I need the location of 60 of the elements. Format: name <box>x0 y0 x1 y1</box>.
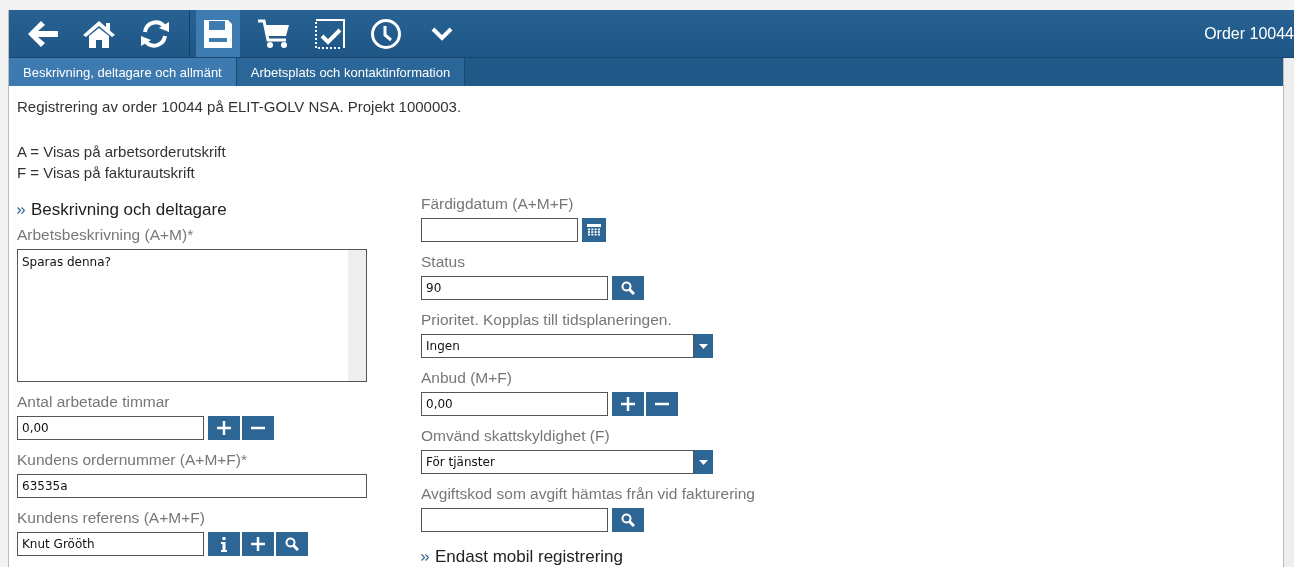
minus-icon <box>655 402 669 406</box>
order-title: Order 10044 <box>1204 24 1294 43</box>
field-label: Kundens referens (A+M+F) <box>17 509 206 528</box>
refresh-icon <box>139 17 171 50</box>
caret-icon <box>699 343 708 349</box>
field-label: Arbetsbeskrivning (A+M)* <box>17 226 195 245</box>
input-field[interactable]: 90 <box>421 276 608 300</box>
input-field[interactable]: 0,00 <box>17 416 204 440</box>
double-chevron-icon <box>421 553 429 561</box>
search-button[interactable] <box>276 532 308 556</box>
field-label: Status <box>421 253 466 272</box>
field-label: Prioritet. Kopplas till tidsplaneringen. <box>421 311 673 330</box>
scrollbar[interactable] <box>348 250 366 381</box>
minus-icon <box>251 426 265 430</box>
home-icon <box>82 18 116 49</box>
checkbox-check-icon <box>314 17 346 50</box>
back-arrow-icon <box>26 18 60 49</box>
legend-text: A = Visas på arbetsorderutskrift <box>17 143 227 160</box>
input-field[interactable] <box>421 508 608 532</box>
search-icon <box>285 537 299 551</box>
section-heading: Beskrivning och deltagare <box>31 200 227 220</box>
info-icon <box>221 536 227 552</box>
calendar-icon <box>587 224 601 236</box>
scrollbar[interactable] <box>1283 58 1294 567</box>
clock-icon <box>370 17 402 50</box>
legend-text: F = Visas på fakturautskrift <box>17 164 196 181</box>
field-label: Anbud (M+F) <box>421 369 513 388</box>
field-label: Omvänd skattskyldighet (F) <box>421 427 611 446</box>
input-field[interactable]: 0,00 <box>421 392 608 416</box>
field-label: Färdigdatum (A+M+F) <box>421 195 575 214</box>
search-button[interactable] <box>612 276 644 300</box>
double-chevron-icon <box>17 206 25 214</box>
toolbar-button[interactable] <box>196 10 240 57</box>
text-area[interactable]: Sparas denna? <box>17 249 367 382</box>
plus-icon <box>217 421 231 435</box>
field-label: Avgiftskod som avgift hämtas från vid fakturering <box>421 485 755 504</box>
plus-button[interactable] <box>208 416 240 440</box>
plus-icon <box>251 537 265 551</box>
field-label: Antal arbetade timmar <box>17 393 171 412</box>
plus-button[interactable] <box>612 392 644 416</box>
tab[interactable]: Beskrivning, deltagare och allmänt <box>9 58 237 86</box>
minus-button[interactable] <box>646 392 678 416</box>
chevron-down-icon <box>431 25 453 42</box>
info-button[interactable] <box>208 532 240 556</box>
search-icon <box>621 513 635 527</box>
shopping-cart-icon <box>257 17 291 50</box>
plus-icon <box>621 397 635 411</box>
minus-button[interactable] <box>242 416 274 440</box>
caret-icon <box>699 459 708 465</box>
input-field[interactable]: Knut Grööth <box>17 532 204 556</box>
intro-text: Registrering av order 10044 på ELIT-GOLV NSA. Projekt 1000003. <box>17 98 463 115</box>
input-field[interactable]: 63535a <box>17 474 367 498</box>
tab[interactable]: Arbetsplats och kontaktinformation <box>236 58 466 86</box>
field-label: Kundens ordernummer (A+M+F)* <box>17 451 248 470</box>
calendar-button[interactable] <box>582 218 606 242</box>
plus-button[interactable] <box>242 532 274 556</box>
section-heading: Endast mobil registrering <box>435 547 624 567</box>
search-button[interactable] <box>612 508 644 532</box>
date-field[interactable] <box>421 218 578 242</box>
search-icon <box>621 281 635 295</box>
